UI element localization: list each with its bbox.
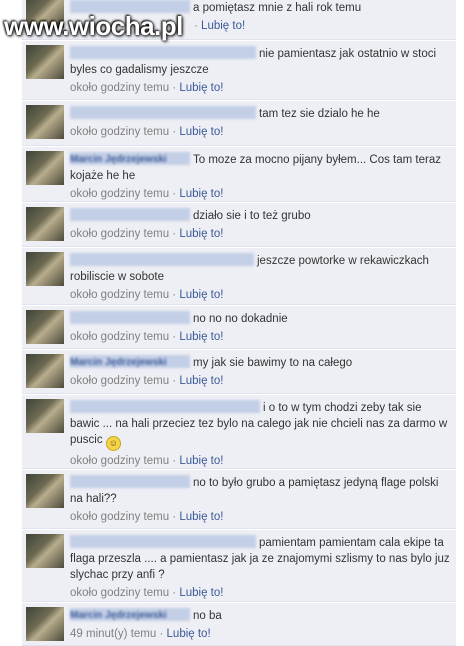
- comment-time[interactable]: około godziny temu: [70, 228, 169, 240]
- avatar[interactable]: [26, 354, 64, 388]
- meta-separator: ·: [172, 511, 177, 523]
- comment-author[interactable]: [70, 311, 190, 324]
- comment-meta: około godziny temu · Lubię to!: [70, 329, 450, 345]
- comment: Marcin Jędrzejewski To moze za mocno pija…: [22, 147, 456, 202]
- comment-author[interactable]: [70, 208, 190, 221]
- comment-time[interactable]: około godziny temu: [70, 188, 169, 200]
- comment-meta: około godziny temu · Lubię to!: [70, 585, 450, 601]
- like-link[interactable]: Lubię to!: [179, 126, 223, 138]
- like-link[interactable]: Lubię to!: [179, 82, 223, 94]
- avatar[interactable]: [26, 399, 64, 433]
- comment-time[interactable]: 49 minut(y) temu: [70, 628, 156, 640]
- avatar[interactable]: [26, 474, 64, 508]
- avatar[interactable]: [26, 534, 64, 568]
- comment-thread: a pomiętasz mnie z hali rok temu · Lubię…: [0, 0, 464, 646]
- watermark-logo: www.wiocha.pl: [4, 11, 183, 41]
- meta-separator: ·: [172, 188, 177, 200]
- like-link[interactable]: Lubię to!: [179, 188, 223, 200]
- comment-time[interactable]: około godziny temu: [70, 331, 169, 343]
- comment-time[interactable]: około godziny temu: [70, 587, 169, 599]
- comment-author[interactable]: Marcin Jędrzejewski: [70, 355, 190, 368]
- comment: jeszcze powtorke w rekawiczkach robilisc…: [22, 248, 456, 305]
- comment-meta: około godziny temu · Lubię to!: [70, 373, 450, 389]
- comment: no to było grubo a pamiętasz jedyną flag…: [22, 470, 456, 529]
- avatar[interactable]: [26, 151, 64, 185]
- like-link[interactable]: Lubię to!: [179, 375, 223, 387]
- comment-author[interactable]: [70, 475, 190, 488]
- comment: tam tez sie dzialo he he około godziny t…: [22, 101, 456, 146]
- comment: Marcin Jędrzejewski no ba 49 minut(y) tem…: [22, 603, 456, 646]
- comment-meta: około godziny temu · Lubię to!: [70, 186, 450, 202]
- comment: no no no dokadnie około godziny temu · L…: [22, 306, 456, 349]
- comment-time[interactable]: około godziny temu: [70, 511, 169, 523]
- comment-time[interactable]: około godziny temu: [70, 126, 169, 138]
- like-link[interactable]: Lubię to!: [179, 455, 223, 467]
- comment-author[interactable]: [70, 535, 256, 548]
- like-link[interactable]: Lubię to!: [179, 587, 223, 599]
- comment-time[interactable]: około godziny temu: [70, 375, 169, 387]
- comment-meta: około godziny temu · Lubię to!: [70, 509, 450, 525]
- comment: pamientam pamientam cala ekipe ta flaga …: [22, 530, 456, 602]
- meta-separator: ·: [172, 289, 177, 301]
- comment-time[interactable]: około godziny temu: [70, 82, 169, 94]
- like-link[interactable]: Lubię to!: [201, 20, 245, 32]
- avatar[interactable]: [26, 207, 64, 241]
- like-link[interactable]: Lubię to!: [179, 331, 223, 343]
- avatar[interactable]: [26, 105, 64, 139]
- like-link[interactable]: Lubię to!: [179, 228, 223, 240]
- comment-author[interactable]: [70, 400, 260, 413]
- avatar[interactable]: [26, 607, 64, 641]
- meta-separator: ·: [172, 455, 177, 467]
- comment-author[interactable]: [70, 253, 254, 266]
- comment-meta: 49 minut(y) temu · Lubię to!: [70, 626, 450, 642]
- like-link[interactable]: Lubię to!: [179, 289, 223, 301]
- comment-time[interactable]: około godziny temu: [70, 455, 169, 467]
- comment-meta: około godziny temu · Lubię to!: [70, 124, 450, 140]
- meta-separator: ·: [172, 126, 177, 138]
- meta-separator: ·: [172, 587, 177, 599]
- comment-meta: około godziny temu · Lubię to!: [70, 80, 450, 96]
- comment-meta: około godziny temu · Lubię to!: [70, 453, 450, 469]
- comment-author[interactable]: Marcin Jędrzejewski: [70, 608, 190, 621]
- comment-text: a pomiętasz mnie z hali rok temu: [193, 2, 362, 14]
- comment: i o to w tym chodzi zeby tak sie bawic .…: [22, 395, 456, 469]
- comment-author[interactable]: Marcin Jędrzejewski: [70, 152, 190, 165]
- meta-separator: ·: [172, 331, 177, 343]
- comment: działo sie i to też grubo około godziny …: [22, 203, 456, 247]
- meta-separator: ·: [172, 228, 177, 240]
- comment-meta: około godziny temu · Lubię to!: [70, 287, 450, 303]
- avatar[interactable]: [26, 310, 64, 344]
- comment-text: my jak sie bawimy to na całego: [193, 357, 353, 369]
- comment-author[interactable]: [70, 106, 256, 119]
- avatar[interactable]: [26, 252, 64, 286]
- comment-text: tam tez sie dzialo he he: [259, 108, 380, 120]
- comment-text: działo sie i to też grubo: [193, 210, 311, 222]
- comment-time[interactable]: około godziny temu: [70, 289, 169, 301]
- like-link[interactable]: Lubię to!: [167, 628, 211, 640]
- meta-separator: ·: [172, 82, 177, 94]
- like-link[interactable]: Lubię to!: [179, 511, 223, 523]
- comment: Marcin Jędrzejewski my jak sie bawimy to …: [22, 350, 456, 394]
- comment-text: no ba: [193, 610, 222, 622]
- comment-text: no no no dokadnie: [193, 313, 288, 325]
- comment-meta: około godziny temu · Lubię to!: [70, 226, 450, 242]
- meta-separator: ·: [172, 375, 177, 387]
- meta-separator: ·: [159, 628, 164, 640]
- smiley-emoticon-icon: ☺: [105, 436, 121, 451]
